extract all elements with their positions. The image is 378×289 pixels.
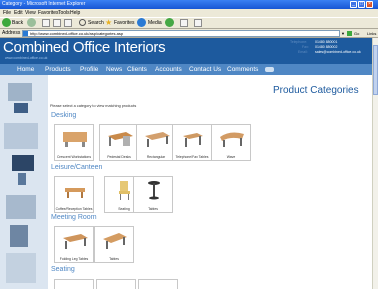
nav-comments[interactable]: Comments (227, 64, 258, 75)
seating-cards-row (54, 279, 214, 289)
category-card-tables-canteen[interactable]: Tables (133, 176, 173, 213)
folding-table-image (63, 234, 88, 249)
section-leisure-canteen-title[interactable]: Leisure/Canteen (51, 164, 102, 171)
back-arrow-icon[interactable] (2, 18, 11, 27)
links-button[interactable]: Links (367, 29, 376, 38)
mail-icon[interactable] (180, 19, 188, 27)
category-card-seating-3[interactable] (138, 279, 178, 289)
crescent-desk-image (63, 132, 87, 147)
meeting-table-image (103, 233, 127, 249)
category-label: Telephone/Fax Tables (175, 155, 209, 159)
address-dropdown-icon[interactable]: ▼ (341, 30, 346, 37)
search-button[interactable]: Search (88, 18, 104, 28)
menu-tools[interactable]: Tools (58, 9, 70, 17)
page-title: Product Categories (273, 85, 359, 96)
menu-edit[interactable]: Edit (14, 9, 23, 17)
wave-desk-image (220, 132, 244, 147)
address-input[interactable]: http://www.combined-office.co.uk/asp/cat… (22, 30, 340, 37)
basket-icon[interactable] (265, 67, 274, 72)
section-desking-title[interactable]: Desking (51, 112, 76, 119)
nav-contact-us[interactable]: Contact Us (189, 64, 221, 75)
category-card-pedestal-desks[interactable]: Pedestal Desks (99, 124, 139, 161)
site-url: www.combined-office.co.uk (5, 56, 48, 60)
category-label: Tables (109, 257, 119, 261)
category-label: Wave (226, 155, 236, 159)
search-icon[interactable] (79, 19, 86, 26)
go-arrow-icon[interactable] (347, 31, 352, 36)
rectangular-desk-image (145, 132, 170, 147)
category-card-seating-1[interactable] (54, 279, 94, 289)
coffee-table-image (65, 188, 85, 198)
stop-icon[interactable] (42, 19, 50, 27)
nav-accounts[interactable]: Accounts (155, 64, 182, 75)
nav-home[interactable]: Home (17, 64, 34, 75)
email-label: Email: (298, 50, 308, 54)
category-card-tables-meeting[interactable]: Tables (94, 226, 134, 263)
scrollbar-thumb[interactable] (373, 45, 378, 95)
telephone-table-image (183, 133, 203, 147)
favorites-button[interactable]: Favorites (114, 18, 135, 28)
category-card-rectangular[interactable]: Rectangular (136, 124, 176, 161)
intro-text: Please select a category to view matchin… (50, 104, 137, 108)
category-card-wave[interactable]: Wave (211, 124, 251, 161)
nav-clients[interactable]: Clients (127, 64, 147, 75)
back-button[interactable]: Back (12, 18, 23, 28)
media-button[interactable]: Media (148, 18, 162, 28)
section-seating-title[interactable]: Seating (51, 266, 75, 273)
page-icon (23, 31, 28, 36)
category-label: Crescent Workstations (56, 155, 92, 159)
fax-label: Fax: (302, 45, 309, 49)
category-card-coffee-reception-tables[interactable]: Coffee/Reception Tables (54, 176, 94, 213)
menu-view[interactable]: View (25, 9, 36, 17)
category-card-folding-leg-tables[interactable]: Folding Leg Tables (54, 226, 94, 263)
category-label: Pedestal Desks (107, 155, 131, 159)
print-icon[interactable] (194, 19, 202, 27)
telephone-value: 01480 880001 (315, 40, 338, 44)
menu-favorites[interactable]: Favorites (38, 9, 59, 17)
section-meeting-room-title[interactable]: Meeting Room (51, 214, 97, 221)
address-label: Address (2, 30, 21, 36)
canteen-table-image (148, 181, 160, 200)
nav-profile[interactable]: Profile (80, 64, 98, 75)
close-button[interactable]: × (366, 1, 373, 8)
category-card-crescent-workstations[interactable]: Crescent Workstations (54, 124, 94, 161)
office-chairs-image (4, 83, 38, 283)
home-icon[interactable] (64, 19, 72, 27)
menu-file[interactable]: File (3, 9, 11, 17)
telephone-label: Telephone: (290, 40, 308, 44)
media-icon[interactable] (137, 18, 146, 27)
menu-help[interactable]: Help (70, 9, 80, 17)
category-label: Folding Leg Tables (59, 257, 89, 261)
category-label: Tables (148, 207, 158, 211)
nav-news[interactable]: News (106, 64, 122, 75)
favorites-star-icon[interactable]: ★ (105, 18, 112, 28)
category-card-seating-2[interactable] (96, 279, 136, 289)
pedestal-desk-image (108, 132, 133, 146)
refresh-icon[interactable] (53, 19, 61, 27)
history-icon[interactable] (165, 18, 174, 27)
nav-products[interactable]: Products (45, 64, 71, 75)
fax-value: 01480 880002 (315, 45, 338, 49)
site-title[interactable]: Combined Office Interiors (3, 40, 166, 55)
maximize-button[interactable]: □ (358, 1, 365, 8)
email-link[interactable]: sales@combined-office.co.uk (315, 50, 361, 54)
category-card-telephone-fax-tables[interactable]: Telephone/Fax Tables (172, 124, 212, 161)
category-label: Coffee/Reception Tables (55, 207, 93, 211)
category-label: Rectangular (146, 155, 166, 159)
minimize-button[interactable]: _ (350, 1, 357, 8)
forward-arrow-icon[interactable] (27, 18, 36, 27)
window-title: Category - Microsoft Internet Explorer (2, 1, 86, 7)
